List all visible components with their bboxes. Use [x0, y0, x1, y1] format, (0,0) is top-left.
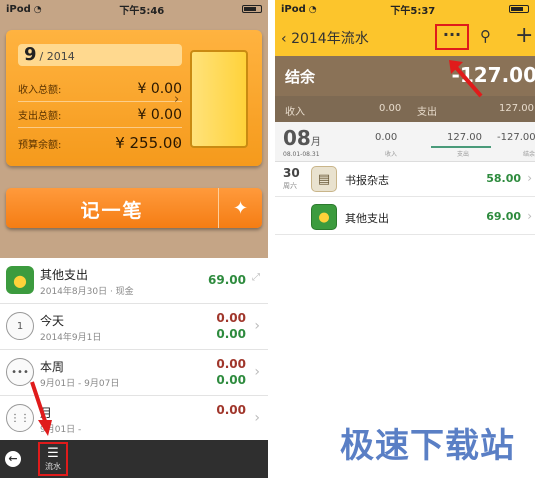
month-number: 08月	[283, 126, 321, 150]
expense-value: 127.00	[499, 103, 534, 114]
item-name: 其他支出	[40, 268, 89, 282]
chevron-right-icon: ›	[527, 209, 532, 223]
tab-bar: ← ☰ 流水	[0, 440, 268, 478]
watermark: 极速下载站	[340, 426, 515, 466]
item-amount: 69.00	[208, 273, 246, 287]
item-amount-income: 0.00	[216, 327, 246, 341]
summary-bar: 收入 0.00 支出 127.00	[275, 96, 535, 122]
battery-icon	[509, 5, 529, 13]
month-balance-label: 结余	[523, 151, 535, 158]
budget-value: ¥ 255.00	[115, 134, 182, 152]
back-arrow-icon[interactable]: ←	[5, 451, 21, 467]
coins-icon: ●	[6, 266, 34, 294]
more-icon[interactable]: ···	[435, 24, 469, 50]
month-range: 08.01-08.31	[283, 151, 320, 158]
list-item-week[interactable]: ••• 本周 9月01日 - 9月07日 0.00 0.00 ›	[0, 350, 268, 396]
status-bar: iPod ◔ 下午5:46	[0, 0, 268, 18]
chevron-right-icon: ›	[254, 410, 260, 426]
item-date: 2014年8月30日 · 现金	[40, 287, 134, 297]
status-time: 下午5:46	[119, 5, 165, 17]
item-amount-expense: 0.00	[216, 311, 246, 325]
expense-label: 支出总额:	[18, 111, 62, 122]
list-item[interactable]: ● 其他支出 2014年8月30日 · 现金 69.00 ⤢	[0, 258, 268, 304]
list-item[interactable]: 30 周六 ▤ 书报杂志 58.00 ›	[275, 163, 535, 197]
income-label: 收入总额:	[18, 85, 62, 96]
item-date: 9月01日 -	[40, 425, 82, 435]
chevron-right-icon: ›	[174, 92, 180, 107]
budget-label: 预算余额:	[18, 139, 62, 151]
list-item-month[interactable]: ⋮⋮ 月 9月01日 - 0.00 ›	[0, 396, 268, 442]
carrier-label: iPod	[6, 3, 31, 15]
coins-icon: ●	[311, 204, 337, 230]
magic-wand-icon[interactable]: ✦	[218, 188, 262, 228]
wifi-icon: ◔	[33, 4, 42, 15]
wifi-icon: ◔	[308, 4, 317, 15]
item-weekday: 周六	[283, 182, 297, 190]
carrier-label: iPod	[281, 3, 306, 15]
newspaper-icon: ▤	[311, 166, 337, 192]
nav-title: 2014年流水	[291, 31, 369, 47]
month-header[interactable]: 08月 08.01-08.31 0.00 收入 127.00 支出 -127.0…	[275, 122, 535, 162]
status-bar: iPod ◔ 下午5:37	[275, 0, 535, 18]
record-entry-button[interactable]: 记一笔 ✦	[6, 188, 262, 228]
add-icon[interactable]: +	[515, 23, 533, 48]
month-expense-label: 支出	[457, 151, 470, 158]
item-date: 2014年9月1日	[40, 333, 102, 343]
expense-value: ¥ 0.00	[137, 106, 182, 123]
item-amount-income: 0.00	[216, 373, 246, 387]
item-name: 书报杂志	[345, 174, 389, 187]
back-button[interactable]: ‹ 2014年流水	[281, 28, 369, 48]
expand-icon: ⤢	[252, 272, 260, 283]
month-number: 9	[24, 44, 37, 65]
battery-icon	[242, 5, 262, 13]
tab-ledger[interactable]: ☰ 流水	[38, 442, 68, 476]
left-phone-screen: iPod ◔ 下午5:46 9 / 2014 收入总额: ¥ 0.00 支出总额:…	[0, 0, 268, 478]
month-expense: 127.00	[447, 132, 482, 143]
balance-value: -127.00	[451, 63, 535, 87]
entry-list: ● 其他支出 2014年8月30日 · 现金 69.00 ⤢ 1 今天 2014…	[0, 258, 268, 442]
item-day: 30	[283, 166, 300, 180]
item-date: 9月01日 - 9月07日	[40, 379, 120, 389]
item-name: 今天	[40, 314, 65, 328]
expense-label: 支出	[417, 107, 437, 118]
budget-row[interactable]: 预算余额: ¥ 255.00	[18, 130, 182, 156]
item-name: 本周	[40, 360, 65, 374]
list-item[interactable]: ● 其他支出 69.00 ›	[275, 201, 535, 235]
nav-bar: ‹ 2014年流水 ··· ⚲ +	[275, 18, 535, 56]
item-amount: 69.00	[486, 210, 521, 223]
balance-bar: 结余 -127.00	[275, 56, 535, 96]
item-name: 其他支出	[345, 212, 389, 225]
month-selector[interactable]: 9 / 2014	[18, 44, 182, 66]
status-time: 下午5:37	[390, 5, 436, 17]
list-item-today[interactable]: 1 今天 2014年9月1日 0.00 0.00 ›	[0, 304, 268, 350]
right-phone-screen: iPod ◔ 下午5:37 ‹ 2014年流水 ··· ⚲ + 结余 -127.0…	[275, 0, 535, 478]
month-summary-card[interactable]: 9 / 2014 收入总额: ¥ 0.00 支出总额: ¥ 0.00 预算余额:…	[6, 30, 262, 166]
item-amount: 58.00	[486, 172, 521, 185]
year-label: / 2014	[39, 50, 75, 63]
list-icon: ☰	[47, 445, 59, 461]
chevron-right-icon: ›	[254, 318, 260, 334]
chevron-right-icon: ›	[527, 171, 532, 185]
item-name: 月	[40, 406, 53, 420]
month-income: 0.00	[375, 132, 398, 143]
item-amount-expense: 0.00	[216, 357, 246, 371]
expense-row: 支出总额: ¥ 0.00	[18, 102, 182, 128]
calendar-day-icon: 1	[6, 312, 34, 340]
item-amount-expense: 0.00	[216, 403, 246, 417]
expense-bar	[431, 146, 491, 148]
calendar-week-icon: •••	[6, 358, 34, 386]
chevron-right-icon: ›	[254, 364, 260, 380]
income-row: 收入总额: ¥ 0.00	[18, 76, 182, 102]
tab-ledger-label: 流水	[45, 461, 61, 471]
income-label: 收入	[285, 107, 305, 118]
balance-label: 结余	[285, 68, 316, 86]
chevron-right-icon: ›	[174, 136, 180, 151]
calendar-month-icon: ⋮⋮	[6, 404, 34, 432]
income-value: 0.00	[379, 103, 402, 114]
month-income-label: 收入	[385, 151, 398, 158]
wallet-graphic	[190, 50, 248, 148]
search-icon[interactable]: ⚲	[480, 27, 491, 45]
record-entry-label: 记一笔	[80, 200, 144, 222]
month-balance: -127.00	[497, 132, 535, 143]
